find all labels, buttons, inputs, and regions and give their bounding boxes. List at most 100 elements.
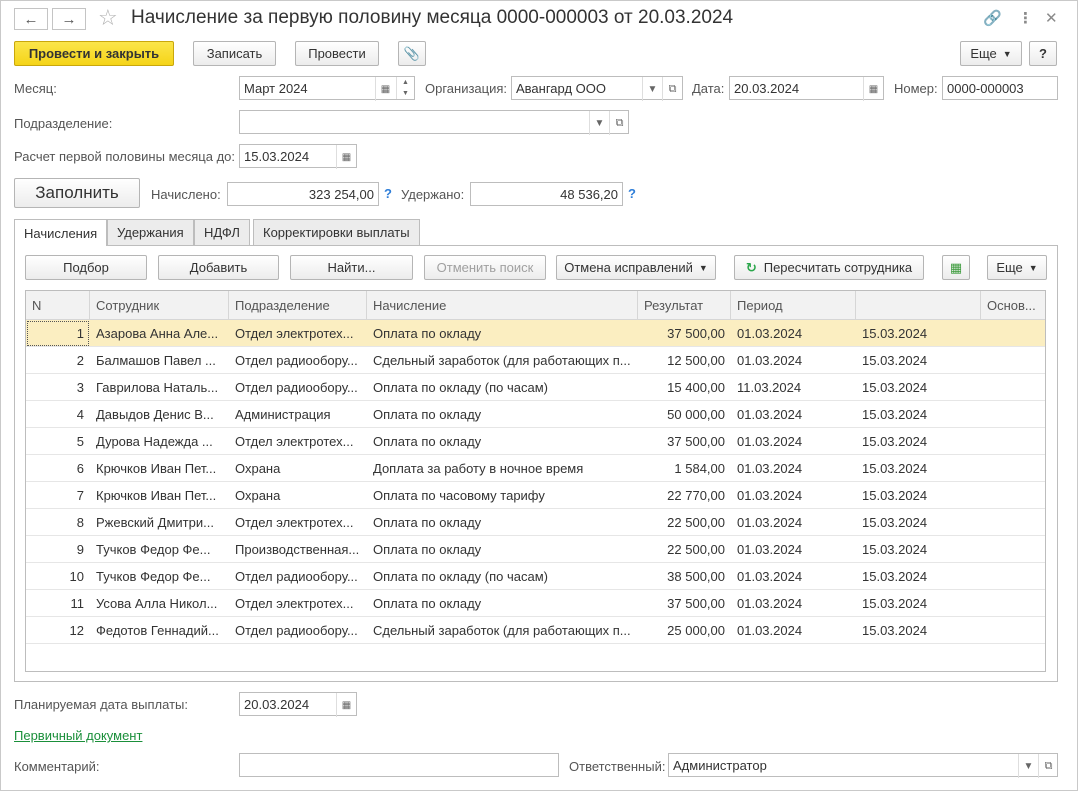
cell-accrual: Оплата по окладу: [373, 326, 482, 341]
cell-period-start: 01.03.2024: [737, 623, 803, 638]
tab-accruals[interactable]: Начисления: [14, 219, 108, 246]
close-icon[interactable]: ✕: [1045, 9, 1058, 27]
cell-employee: Крючков Иван Пет...: [96, 461, 217, 476]
tab-payment-corrections[interactable]: Корректировки выплаты: [253, 219, 420, 245]
cell-accrual: Оплата по окладу: [373, 434, 482, 449]
accruals-table[interactable]: N Сотрудник Подразделение Начисление Рез…: [25, 290, 1046, 672]
cell-basis: [981, 563, 1045, 590]
col-period-end[interactable]: [856, 291, 981, 320]
dropdown-icon[interactable]: ▼: [1018, 754, 1038, 778]
col-accrual[interactable]: Начисление: [367, 291, 638, 320]
cell-n: 4: [76, 407, 84, 422]
table-row[interactable]: 10 Тучков Федор Фе... Отдел радиообору... О…: [26, 563, 1045, 590]
col-division[interactable]: Подразделение: [229, 291, 367, 320]
post-button[interactable]: Провести: [295, 41, 379, 66]
cell-basis: [981, 347, 1045, 374]
cell-basis: [981, 509, 1045, 536]
table-row[interactable]: 1 Азарова Анна Але... Отдел электротех... О…: [26, 320, 1045, 347]
more-vertical-icon[interactable]: ⋮: [1018, 9, 1033, 27]
back-button[interactable]: ←: [14, 8, 48, 30]
cell-period-end: 15.03.2024: [862, 380, 928, 395]
recalculate-employee-button[interactable]: ↻ Пересчитать сотрудника: [734, 255, 924, 280]
cell-n: 9: [76, 542, 84, 557]
primary-document-link[interactable]: Первичный документ: [14, 728, 142, 743]
cancel-fixes-button[interactable]: Отмена исправлений ▼: [556, 255, 716, 280]
table-settings-button[interactable]: ▦: [942, 255, 970, 280]
col-result[interactable]: Результат: [638, 291, 731, 320]
cell-period-end: 15.03.2024: [862, 434, 928, 449]
calc-until-value: 15.03.2024: [244, 148, 310, 164]
cell-period-end: 15.03.2024: [862, 407, 928, 422]
comment-field[interactable]: [239, 753, 559, 777]
withheld-label: Удержано:: [401, 187, 465, 202]
table-row[interactable]: 5 Дурова Надежда ... Отдел электротех... Оп…: [26, 428, 1045, 455]
table-more-button[interactable]: Еще ▼: [987, 255, 1047, 280]
cell-result: 25 000,00: [667, 623, 725, 638]
table-row[interactable]: 12 Федотов Геннадий... Отдел радиообору...…: [26, 617, 1045, 644]
pick-button[interactable]: Подбор: [25, 255, 147, 280]
tab-ndfl[interactable]: НДФЛ: [194, 219, 250, 245]
find-button[interactable]: Найти...: [290, 255, 413, 280]
more-button[interactable]: Еще ▼: [960, 41, 1022, 66]
table-row[interactable]: 11 Усова Алла Никол... Отдел электротех...…: [26, 590, 1045, 617]
calendar-icon[interactable]: ▦: [375, 77, 395, 101]
calendar-icon[interactable]: ▦: [863, 77, 883, 101]
help-button[interactable]: ?: [1029, 41, 1057, 66]
cell-period-end: 15.03.2024: [862, 461, 928, 476]
cancel-fixes-label: Отмена исправлений: [564, 260, 693, 275]
table-row[interactable]: 2 Балмашов Павел ... Отдел радиообору... Сд…: [26, 347, 1045, 374]
cell-division: Отдел радиообору...: [235, 380, 358, 395]
division-field[interactable]: [239, 110, 629, 134]
cell-division: Отдел радиообору...: [235, 623, 358, 638]
col-basis[interactable]: Основ...: [981, 291, 1045, 320]
calendar-icon[interactable]: ▦: [336, 145, 356, 169]
cell-period-end: 15.03.2024: [862, 596, 928, 611]
number-field[interactable]: 0000-000003: [942, 76, 1058, 100]
cell-result: 1 584,00: [674, 461, 725, 476]
link-icon[interactable]: 🔗: [983, 9, 1002, 27]
paperclip-icon: 📎: [403, 45, 421, 61]
add-button[interactable]: Добавить: [158, 255, 279, 280]
col-employee[interactable]: Сотрудник: [90, 291, 229, 320]
cell-period-end: 15.03.2024: [862, 623, 928, 638]
table-row[interactable]: 8 Ржевский Дмитри... Отдел электротех... Оп…: [26, 509, 1045, 536]
open-icon[interactable]: ⧉: [662, 77, 682, 101]
cell-employee: Ржевский Дмитри...: [96, 515, 214, 530]
table-row[interactable]: 4 Давыдов Денис В... Администрация Оплата п…: [26, 401, 1045, 428]
open-icon[interactable]: ⧉: [1038, 754, 1058, 778]
dropdown-icon[interactable]: ▼: [642, 77, 662, 101]
post-and-close-button[interactable]: Провести и закрыть: [14, 41, 174, 66]
refresh-icon: ↻: [745, 259, 757, 275]
calendar-icon[interactable]: ▦: [336, 693, 356, 717]
table-row[interactable]: 7 Крючков Иван Пет... Охрана Оплата по часо…: [26, 482, 1045, 509]
responsible-field[interactable]: Администратор: [668, 753, 1058, 777]
month-spinner[interactable]: ▲ ▼: [396, 77, 414, 99]
tab-deductions[interactable]: Удержания: [107, 219, 194, 245]
chevron-down-icon: ▼: [1002, 48, 1012, 59]
table-row[interactable]: 9 Тучков Федор Фе... Производственная... Оп…: [26, 536, 1045, 563]
forward-button[interactable]: →: [52, 8, 86, 30]
save-button[interactable]: Записать: [193, 41, 276, 66]
comment-label: Комментарий:: [14, 759, 100, 774]
favorite-star-icon[interactable]: ☆: [98, 5, 118, 31]
attach-button[interactable]: 📎: [398, 41, 426, 66]
dropdown-icon[interactable]: ▼: [589, 111, 609, 135]
accrued-help-icon[interactable]: ?: [384, 186, 392, 201]
cancel-search-button[interactable]: Отменить поиск: [424, 255, 546, 280]
withheld-help-icon[interactable]: ?: [628, 186, 636, 201]
col-period[interactable]: Период: [731, 291, 856, 320]
cell-result: 37 500,00: [667, 326, 725, 341]
date-field[interactable]: 20.03.2024: [729, 76, 884, 100]
month-label: Месяц:: [14, 81, 57, 96]
chevron-down-icon: ▼: [698, 262, 708, 273]
open-icon[interactable]: ⧉: [609, 111, 629, 135]
fill-button[interactable]: Заполнить: [14, 178, 140, 208]
cell-accrual: Сдельный заработок (для работающих п...: [373, 353, 631, 368]
table-row[interactable]: 3 Гаврилова Наталь... Отдел радиообору... О…: [26, 374, 1045, 401]
table-row[interactable]: 6 Крючков Иван Пет... Охрана Доплата за раб…: [26, 455, 1045, 482]
accrued-value: 323 254,00: [308, 186, 374, 202]
cell-employee: Тучков Федор Фе...: [96, 542, 211, 557]
col-n[interactable]: N: [26, 291, 90, 320]
cell-accrual: Оплата по окладу (по часам): [373, 569, 548, 584]
cell-period-end: 15.03.2024: [862, 488, 928, 503]
